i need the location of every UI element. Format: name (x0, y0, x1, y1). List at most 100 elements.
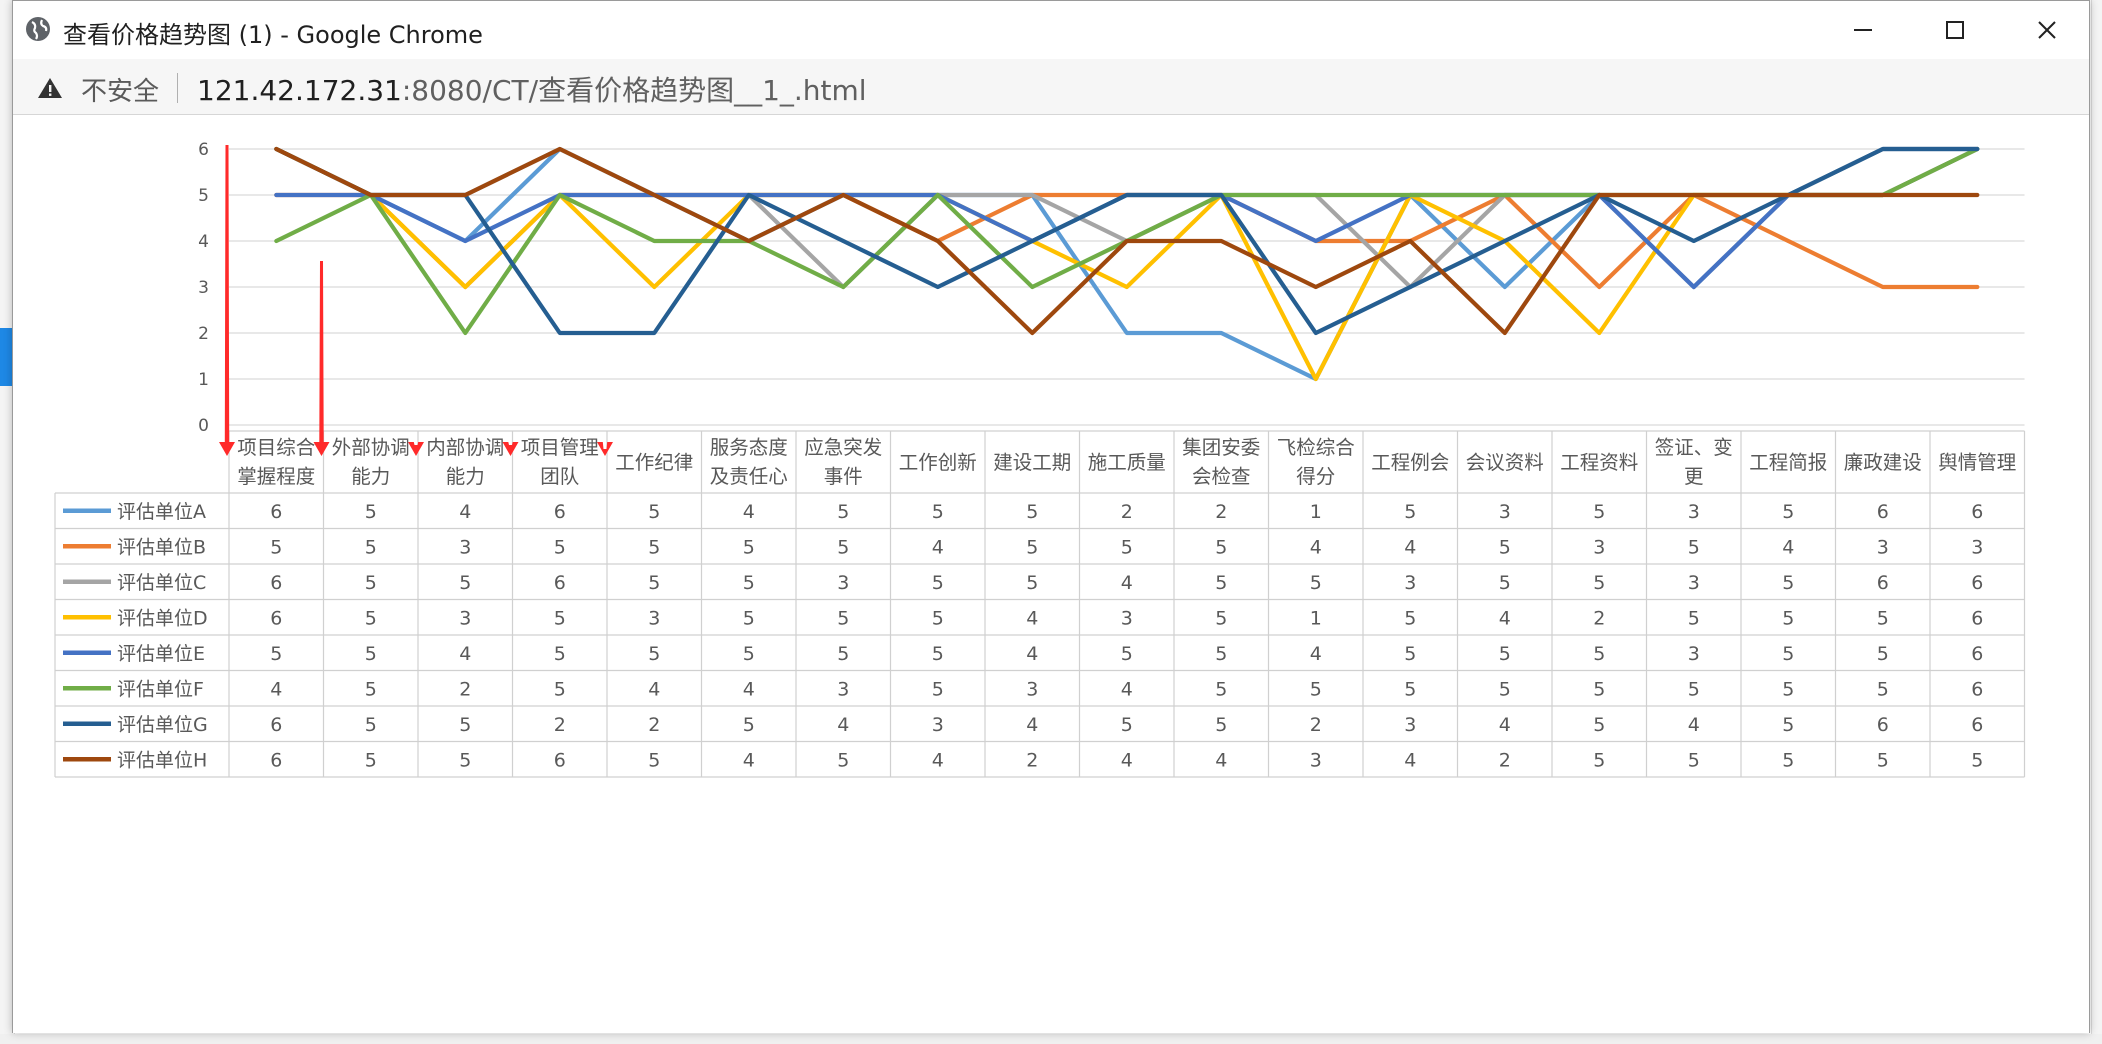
table-cell: 4 (1310, 643, 1322, 665)
address-separator (177, 73, 178, 103)
table-cell: 5 (837, 536, 849, 558)
table-cell: 5 (932, 607, 944, 629)
table-cell: 2 (1026, 749, 1038, 771)
table-cell: 5 (1215, 572, 1227, 594)
legend-label: 评估单位H (117, 749, 207, 771)
table-cell: 2 (554, 714, 566, 736)
category-label: 服务态度 (710, 436, 788, 459)
table-cell: 5 (1782, 678, 1794, 700)
table-cell: 5 (459, 714, 471, 736)
table-cell: 5 (1215, 714, 1227, 736)
table-cell: 2 (1310, 714, 1322, 736)
table-cell: 4 (743, 501, 755, 523)
address-bar[interactable]: 不安全 121.42.172.31:8080/CT/查看价格趋势图__1_.ht… (13, 59, 2089, 115)
category-label: 工程简报 (1749, 451, 1827, 474)
annotation-arrow (408, 442, 424, 456)
table-cell: 3 (1310, 749, 1322, 771)
table-cell: 4 (648, 678, 660, 700)
title-bar[interactable]: 查看价格趋势图 (1) - Google Chrome (13, 1, 2089, 59)
table-cell: 5 (459, 572, 471, 594)
table-cell: 5 (932, 501, 944, 523)
table-cell: 2 (1121, 501, 1133, 523)
y-tick-label: 3 (198, 278, 209, 298)
category-label: 工程例会 (1371, 451, 1449, 474)
table-cell: 5 (554, 607, 566, 629)
table-cell: 6 (1877, 714, 1889, 736)
security-label[interactable]: 不安全 (81, 71, 159, 108)
table-cell: 5 (365, 572, 377, 594)
category-label: 廉政建设 (1844, 451, 1922, 474)
table-cell: 5 (1593, 749, 1605, 771)
category-label: 工作纪律 (615, 451, 693, 474)
table-cell: 5 (554, 536, 566, 558)
table-cell: 5 (365, 749, 377, 771)
url-text[interactable]: 121.42.172.31:8080/CT/查看价格趋势图__1_.html (197, 69, 867, 109)
table-cell: 4 (1782, 536, 1794, 558)
table-cell: 5 (1404, 678, 1416, 700)
table-cell: 4 (1026, 643, 1038, 665)
category-label: 应急突发 (804, 436, 882, 459)
table-cell: 5 (1782, 714, 1794, 736)
table-cell: 5 (1593, 714, 1605, 736)
table-cell: 4 (1404, 536, 1416, 558)
table-cell: 5 (1404, 643, 1416, 665)
table-cell: 5 (270, 536, 282, 558)
category-label: 及责任心 (710, 465, 788, 488)
table-cell: 4 (743, 678, 755, 700)
category-label: 内部协调 (426, 436, 504, 459)
y-tick-label: 6 (198, 140, 209, 160)
table-cell: 4 (1310, 536, 1322, 558)
table-cell: 6 (1971, 714, 1983, 736)
category-label: 项目管理 (521, 436, 599, 459)
table-cell: 5 (932, 678, 944, 700)
background-tab (0, 328, 12, 386)
table-cell: 5 (743, 607, 755, 629)
table-cell: 6 (270, 714, 282, 736)
table-cell: 5 (1499, 643, 1511, 665)
table-cell: 5 (1688, 749, 1700, 771)
legend-label: 评估单位B (117, 536, 206, 558)
category-label: 能力 (351, 465, 390, 488)
table-cell: 4 (1026, 714, 1038, 736)
table-cell: 4 (1404, 749, 1416, 771)
table-cell: 5 (554, 678, 566, 700)
window-title: 查看价格趋势图 (1) - Google Chrome (63, 21, 483, 49)
table-cell: 4 (459, 501, 471, 523)
table-cell: 5 (1593, 572, 1605, 594)
table-cell: 5 (1782, 749, 1794, 771)
table-cell: 3 (1404, 714, 1416, 736)
table-cell: 5 (365, 607, 377, 629)
table-cell: 5 (1593, 501, 1605, 523)
table-cell: 6 (1971, 678, 1983, 700)
table-cell: 6 (554, 749, 566, 771)
table-cell: 4 (1215, 749, 1227, 771)
url-host: 121.42.172.31 (197, 74, 402, 107)
table-cell: 3 (1688, 501, 1700, 523)
line-chart-with-data-table: 01234567项目综合掌握程度外部协调能力内部协调能力项目管理团队工作纪律服务… (54, 140, 2026, 778)
maximize-button[interactable] (1909, 1, 2001, 59)
category-label: 集团安委 (1182, 436, 1260, 459)
close-button[interactable] (2001, 1, 2093, 59)
table-cell: 5 (837, 501, 849, 523)
close-icon (2038, 21, 2056, 39)
minimize-button[interactable] (1817, 1, 1909, 59)
table-cell: 5 (1215, 607, 1227, 629)
table-cell: 3 (1404, 572, 1416, 594)
table-cell: 5 (1310, 678, 1322, 700)
table-cell: 5 (837, 749, 849, 771)
table-cell: 4 (1121, 678, 1133, 700)
table-cell: 5 (1971, 749, 1983, 771)
warning-icon[interactable] (37, 76, 63, 100)
table-cell: 5 (1215, 643, 1227, 665)
category-label: 外部协调 (332, 436, 410, 459)
series-line (274, 146, 1980, 290)
category-label: 工程资料 (1560, 451, 1638, 474)
legend-label: 评估单位D (117, 607, 208, 629)
table-cell: 3 (648, 607, 660, 629)
category-label: 项目综合 (237, 436, 315, 459)
table-cell: 5 (1877, 749, 1889, 771)
minimize-icon (1854, 29, 1872, 31)
table-cell: 4 (932, 749, 944, 771)
table-cell: 5 (1026, 501, 1038, 523)
annotation-arrow (597, 442, 613, 456)
